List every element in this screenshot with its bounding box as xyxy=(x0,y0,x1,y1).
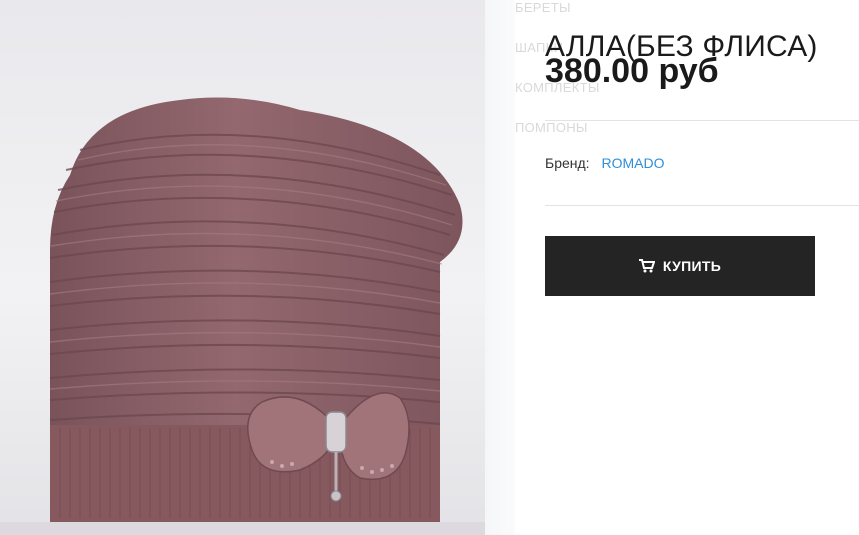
category-item-pompons[interactable]: ПОМПОНЫ xyxy=(515,120,588,135)
divider-bottom xyxy=(545,205,859,206)
product-image[interactable] xyxy=(0,0,485,535)
cart-icon xyxy=(638,259,656,273)
buy-button[interactable]: КУПИТЬ xyxy=(545,236,815,296)
divider-top xyxy=(545,120,859,121)
scroll-gutter xyxy=(485,0,515,535)
brand-link[interactable]: ROMADO xyxy=(601,155,664,171)
hat-photo xyxy=(0,0,485,535)
brand-label: Бренд: xyxy=(545,155,590,171)
product-price: 380.00 руб xyxy=(545,52,719,90)
buy-button-label: КУПИТЬ xyxy=(662,258,722,274)
category-item-berets[interactable]: БЕРЕТЫ xyxy=(515,0,571,15)
brand-row: Бренд: ROMADO xyxy=(545,155,664,171)
